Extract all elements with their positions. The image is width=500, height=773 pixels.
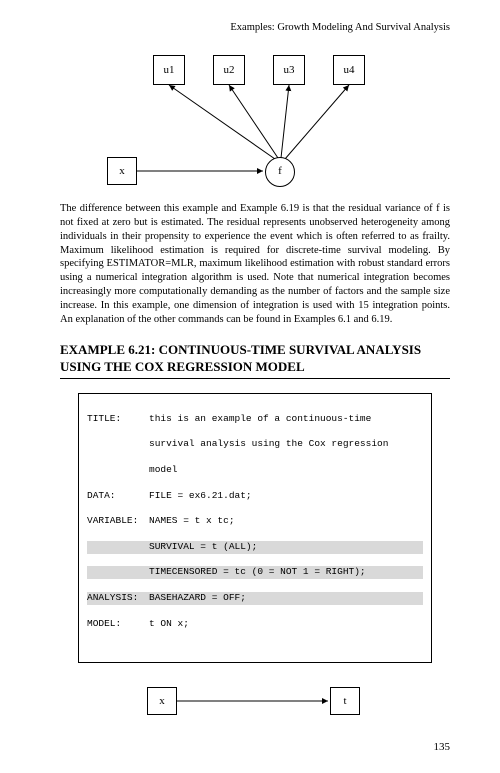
- node-f-latent: f: [265, 157, 295, 187]
- code-title-line2: survival analysis using the Cox regressi…: [149, 438, 423, 451]
- node-u3: u3: [273, 55, 305, 85]
- node-u1: u1: [153, 55, 185, 85]
- node-x: x: [107, 157, 137, 185]
- running-head: Examples: Growth Modeling And Survival A…: [60, 22, 450, 33]
- page-number: 135: [60, 741, 450, 753]
- figure-path-diagram-2: x t: [145, 677, 365, 727]
- code-model: t ON x;: [149, 618, 423, 631]
- code-timecensored: TIMECENSORED = tc (0 = NOT 1 = RIGHT);: [149, 566, 423, 579]
- code-data: FILE = ex6.21.dat;: [149, 490, 423, 503]
- code-basehazard: BASEHAZARD = OFF;: [149, 592, 423, 605]
- code-label-analysis: ANALYSIS:: [87, 592, 149, 605]
- code-title-line3: model: [149, 464, 423, 477]
- code-var-names: NAMES = t x tc;: [149, 515, 423, 528]
- figure-path-diagram-1: u1 u2 u3 u4 x f: [105, 47, 405, 192]
- code-label-title: TITLE:: [87, 413, 149, 426]
- node-u4: u4: [333, 55, 365, 85]
- code-label-variable: VARIABLE:: [87, 515, 149, 528]
- node-x2: x: [147, 687, 177, 715]
- mplus-code-box: TITLE:this is an example of a continuous…: [78, 393, 432, 663]
- code-label-model: MODEL:: [87, 618, 149, 631]
- code-label-data: DATA:: [87, 490, 149, 503]
- section-heading: EXAMPLE 6.21: CONTINUOUS-TIME SURVIVAL A…: [60, 341, 450, 379]
- code-title-line1: this is an example of a continuous-time: [149, 413, 423, 426]
- node-t: t: [330, 687, 360, 715]
- code-survival: SURVIVAL = t (ALL);: [149, 541, 423, 554]
- body-paragraph: The difference between this example and …: [60, 202, 450, 327]
- node-u2: u2: [213, 55, 245, 85]
